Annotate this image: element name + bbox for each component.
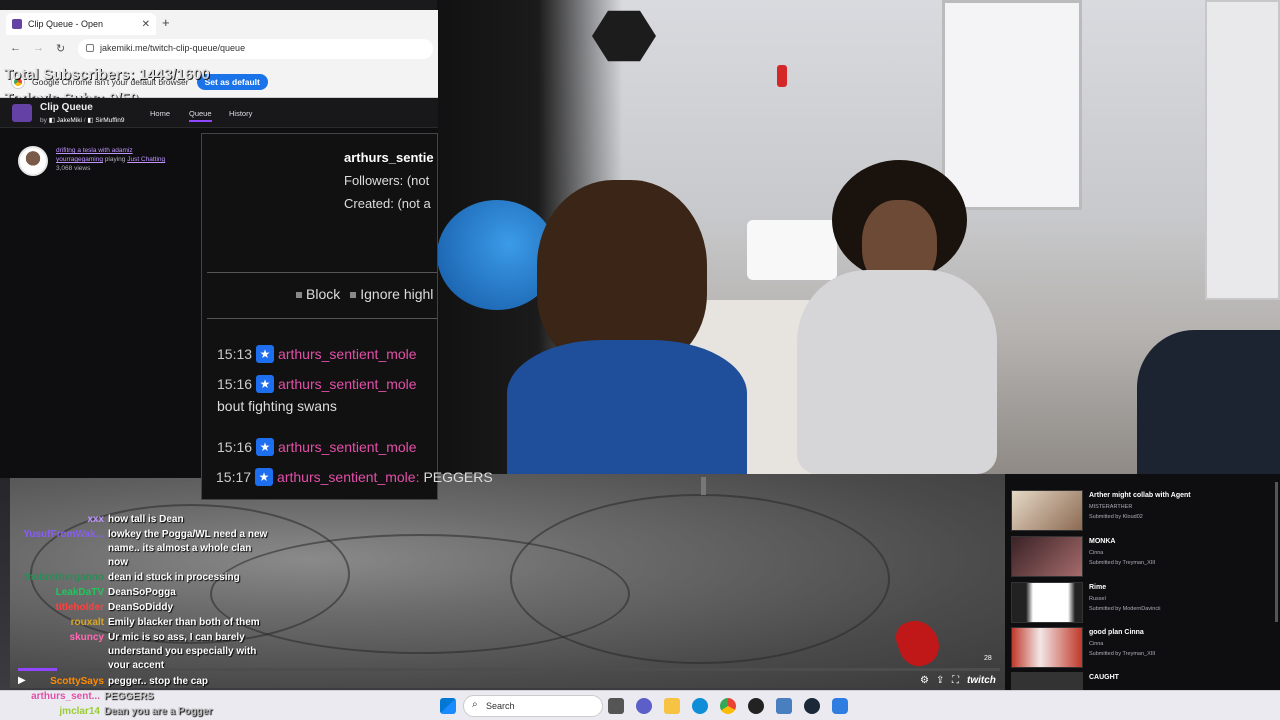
nav-queue[interactable]: Queue — [189, 109, 212, 122]
url-text: jakemiki.me/twitch-clip-queue/queue — [100, 43, 246, 53]
settings-icon[interactable]: ⚙ — [920, 675, 929, 686]
chat-message: thebrotherganno dean id stuck in processi… — [24, 572, 240, 583]
task-view-icon[interactable] — [608, 698, 624, 714]
nav-history[interactable]: History — [229, 109, 252, 118]
star-badge-icon: ★ — [256, 345, 275, 363]
chat-message: YusufFromWak... lowkey the Pogga/WL need … — [23, 529, 268, 568]
divider — [207, 272, 437, 273]
queue-item[interactable]: Rime Russel Submitted by ModernDavincii — [1011, 582, 1276, 626]
block-checkbox[interactable]: Block — [296, 286, 340, 302]
queue-item[interactable]: good plan Cinna Cinna Submitted by Treym… — [1011, 627, 1276, 671]
browser-window: Clip Queue - Open ✕ + ← → ↻ jakemiki.me/… — [0, 10, 438, 98]
fullscreen-icon[interactable]: ⛶ — [952, 675, 959, 686]
clip-thumbnail — [1011, 627, 1083, 668]
queue-scrollbar[interactable] — [1275, 482, 1278, 622]
clip-channel[interactable]: yourragegaming — [56, 156, 103, 163]
close-tab-icon[interactable]: ✕ — [142, 19, 150, 30]
video-progress-bar[interactable] — [18, 668, 1000, 671]
chat-message: rouxalt Emily blacker than both of them — [70, 617, 260, 628]
chat-message: arthurs_sent... PEGGERS — [31, 691, 154, 702]
chat-message: LeakDaTV DeanSoPogga — [55, 587, 176, 598]
total-subscribers-counter: Total Subscribers: 1443/1600 — [4, 66, 210, 83]
clip-category[interactable]: Just Chatting — [127, 156, 165, 163]
clip-title[interactable]: drifitng a tesla with adamiz — [56, 146, 165, 155]
star-badge-icon: ★ — [255, 468, 274, 486]
edge-icon[interactable] — [692, 698, 708, 714]
reload-icon[interactable]: ↻ — [56, 42, 65, 55]
red-bottle — [777, 65, 787, 87]
chat-message: skuncy Ur mic is so ass, I can barely und… — [69, 632, 257, 671]
tab-title: Clip Queue - Open — [28, 19, 104, 29]
current-clip-card: drifitng a tesla with adamiz yourragegam… — [18, 146, 198, 180]
twitch-logo-icon[interactable] — [12, 104, 32, 122]
chat-user-card: arthurs_sentie Followers: (not Created: … — [201, 133, 438, 500]
star-badge-icon: ★ — [256, 375, 275, 393]
obs-icon[interactable] — [748, 698, 764, 714]
clip-queue-header: Clip Queue by ◧ JakeMiki / ◧ SirMuffin9 … — [0, 98, 438, 128]
taskbar-search[interactable]: ⌕ Search — [463, 695, 603, 717]
popup-message: 15:13 ★ arthurs_sentient_mole — [217, 345, 417, 363]
settings-app-icon[interactable] — [776, 698, 792, 714]
steam-icon[interactable] — [804, 698, 820, 714]
popup-followers: Followers: (not — [344, 173, 430, 188]
popup-created: Created: (not a — [344, 196, 431, 211]
queue-item[interactable]: CAUGHT — [1011, 672, 1276, 690]
popup-message-text: bout fighting swans — [217, 398, 337, 414]
queue-item[interactable]: MONKA Cinna Submitted by Treyman_XIII — [1011, 536, 1276, 580]
clip-thumbnail — [1011, 536, 1083, 577]
clip-meta: drifitng a tesla with adamiz yourragegam… — [56, 146, 165, 173]
address-bar[interactable]: jakemiki.me/twitch-clip-queue/queue — [78, 39, 433, 59]
app-title: Clip Queue — [40, 102, 93, 113]
divider — [207, 318, 437, 319]
clip-thumbnail — [1011, 490, 1083, 531]
share-icon[interactable]: ⇪ — [936, 675, 944, 686]
queue-item[interactable]: Arther might collab with Agent MISTERART… — [1011, 490, 1276, 534]
skid-mark — [510, 494, 890, 664]
webcam-feed — [437, 0, 1280, 474]
avatar — [18, 146, 48, 176]
app-credits: by ◧ JakeMiki / ◧ SirMuffin9 — [40, 117, 125, 124]
chat-message: jmclar14 Dean you are a Pogger — [59, 706, 213, 717]
person-jacket — [797, 270, 997, 474]
start-icon[interactable] — [440, 698, 456, 714]
playing-label: playing — [104, 156, 126, 163]
forward-icon[interactable]: → — [33, 42, 44, 54]
back-icon[interactable]: ← — [10, 42, 21, 54]
new-tab-icon[interactable]: + — [162, 15, 170, 30]
red-car — [891, 614, 945, 672]
person-shirt — [507, 340, 747, 474]
app-icon[interactable] — [832, 698, 848, 714]
popup-scrollbar[interactable] — [701, 477, 706, 495]
twitch-brand[interactable]: twitch — [967, 675, 996, 686]
clip-views: 3,068 views — [56, 165, 91, 172]
timecode: 28 — [984, 655, 992, 662]
ignore-highlights-checkbox[interactable]: Ignore highl — [350, 286, 433, 302]
chat-message: titleholder DeanSoDiddy — [55, 602, 174, 613]
popup-last-message: 15:17 ★ arthurs_sentient_mole: PEGGERS — [216, 468, 493, 486]
popup-actions: Block Ignore highl — [296, 286, 433, 302]
popup-message: 15:16 ★ arthurs_sentient_mole — [217, 438, 417, 456]
teams-icon[interactable] — [636, 698, 652, 714]
clip-thumbnail — [1011, 582, 1083, 623]
clip-queue-list: Arther might collab with Agent MISTERART… — [1005, 474, 1280, 690]
toilet — [747, 220, 837, 280]
chat-message: xxx how tall is Dean — [87, 514, 184, 525]
clip-queue-favicon — [12, 19, 22, 29]
star-badge-icon: ★ — [256, 438, 275, 456]
site-info-icon[interactable] — [86, 44, 94, 52]
popup-message: 15:16 ★ arthurs_sentient_mole — [217, 375, 417, 393]
file-explorer-icon[interactable] — [664, 698, 680, 714]
whiteboard — [942, 0, 1082, 210]
dark-jacket-pile — [1137, 330, 1280, 474]
chat-message: ScottySays pegger.. stop the cap — [50, 676, 209, 687]
popup-username[interactable]: arthurs_sentie — [344, 150, 434, 165]
clip-thumbnail — [1011, 672, 1083, 690]
nav-home[interactable]: Home — [150, 109, 170, 118]
chrome-icon[interactable] — [720, 698, 736, 714]
door — [1205, 0, 1280, 300]
browser-tab[interactable]: Clip Queue - Open ✕ — [6, 13, 156, 35]
search-icon: ⌕ — [472, 699, 478, 710]
